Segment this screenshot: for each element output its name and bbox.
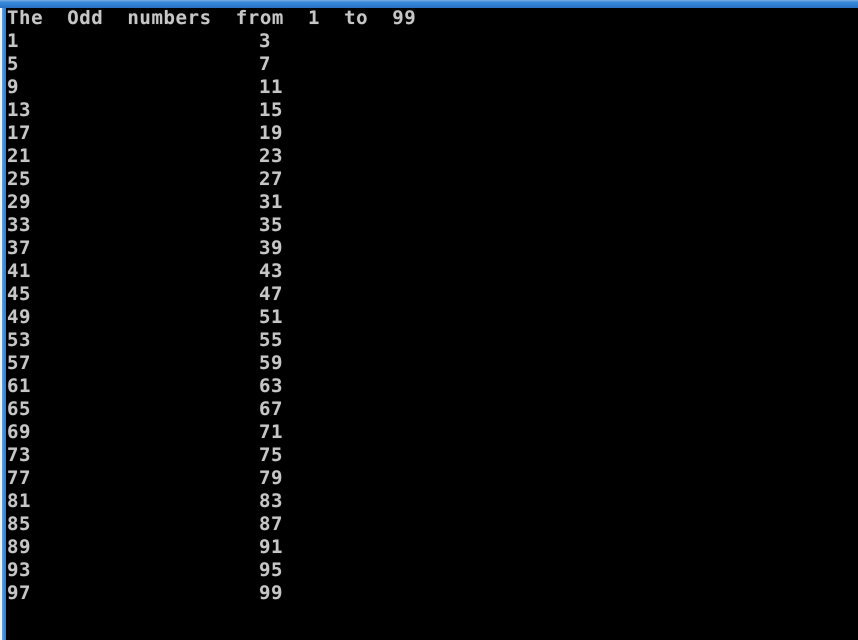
output-cell-right: 51 — [259, 306, 284, 328]
output-row: 69 71 — [6, 421, 858, 444]
output-cell-left: 5 — [7, 53, 20, 75]
output-cell-right: 95 — [259, 559, 284, 581]
output-cell-right: 91 — [259, 536, 284, 558]
output-row: 85 87 — [6, 513, 858, 536]
heading-text: The Odd numbers from 1 to 99 — [7, 8, 417, 29]
output-cell-left: 53 — [7, 329, 32, 351]
output-row: 25 27 — [6, 168, 858, 191]
output-row: 49 51 — [6, 306, 858, 329]
output-row: 17 19 — [6, 122, 858, 145]
output-cell-right: 7 — [259, 53, 272, 75]
output-cell-left: 33 — [7, 214, 32, 236]
output-cell-right: 35 — [259, 214, 284, 236]
output-cell-right: 27 — [259, 168, 284, 190]
output-cell-left: 41 — [7, 260, 32, 282]
output-cell-right: 71 — [259, 421, 284, 443]
output-row: 9 11 — [6, 76, 858, 99]
output-cell-left: 81 — [7, 490, 32, 512]
clipped-next-row — [6, 636, 858, 640]
output-cell-right: 31 — [259, 191, 284, 213]
window-title-bar[interactable] — [0, 0, 858, 8]
output-row: 53 55 — [6, 329, 858, 352]
output-rows: 1 3 5 7 9 11 13 15 17 19 21 23 25 27 29 31 33 35 37 39 41 43 4… — [6, 30, 858, 605]
output-row: 57 59 — [6, 352, 858, 375]
output-cell-right: 19 — [259, 122, 284, 144]
console-window: The Odd numbers from 1 to 99 1 3 5 7 9 11 13 15… — [0, 0, 858, 640]
output-cell-left: 61 — [7, 375, 32, 397]
output-row: 73 75 — [6, 444, 858, 467]
output-cell-left: 13 — [7, 99, 32, 121]
output-cell-left: 69 — [7, 421, 32, 443]
output-cell-right: 63 — [259, 375, 284, 397]
output-cell-right: 3 — [259, 30, 272, 52]
output-cell-left: 73 — [7, 444, 32, 466]
output-cell-right: 79 — [259, 467, 284, 489]
output-cell-right: 99 — [259, 582, 284, 604]
output-row: 97 99 — [6, 582, 858, 605]
output-row: 57 — [6, 53, 858, 76]
output-cell-left: 77 — [7, 467, 32, 489]
window-frame-left — [2, 0, 6, 640]
output-cell-left: 21 — [7, 145, 32, 167]
output-cell-right: 11 — [259, 76, 284, 98]
output-row: 21 23 — [6, 145, 858, 168]
output-cell-right: 67 — [259, 398, 284, 420]
output-cell-right: 59 — [259, 352, 284, 374]
output-row: 65 67 — [6, 398, 858, 421]
output-cell-right: 83 — [259, 490, 284, 512]
output-cell-left: 65 — [7, 398, 32, 420]
output-cell-left: 93 — [7, 559, 32, 581]
output-row: 29 31 — [6, 191, 858, 214]
output-cell-left: 89 — [7, 536, 32, 558]
console-output-area[interactable]: The Odd numbers from 1 to 99 1 3 5 7 9 11 13 15… — [6, 8, 858, 640]
output-cell-right: 87 — [259, 513, 284, 535]
clipped-row-line — [6, 636, 858, 640]
output-cell-right: 39 — [259, 237, 284, 259]
output-row: 41 43 — [6, 260, 858, 283]
output-cell-right: 43 — [259, 260, 284, 282]
output-heading: The Odd numbers from 1 to 99 — [6, 8, 858, 30]
output-row: 61 63 — [6, 375, 858, 398]
output-row: 13 15 — [6, 99, 858, 122]
output-row: 93 95 — [6, 559, 858, 582]
output-row: 13 — [6, 30, 858, 53]
output-row: 37 39 — [6, 237, 858, 260]
output-cell-left: 85 — [7, 513, 32, 535]
output-cell-left: 45 — [7, 283, 32, 305]
output-row: 89 91 — [6, 536, 858, 559]
output-cell-left: 37 — [7, 237, 32, 259]
output-cell-left: 97 — [7, 582, 32, 604]
output-cell-left: 57 — [7, 352, 32, 374]
output-cell-right: 23 — [259, 145, 284, 167]
output-row: 81 83 — [6, 490, 858, 513]
output-row: 33 35 — [6, 214, 858, 237]
output-cell-right: 55 — [259, 329, 284, 351]
output-row: 77 79 — [6, 467, 858, 490]
output-cell-left: 1 — [7, 30, 20, 52]
output-cell-left: 17 — [7, 122, 32, 144]
output-cell-left: 29 — [7, 191, 32, 213]
output-cell-left: 25 — [7, 168, 32, 190]
output-cell-right: 47 — [259, 283, 284, 305]
output-cell-left: 9 — [7, 76, 20, 98]
output-cell-left: 49 — [7, 306, 32, 328]
output-row: 45 47 — [6, 283, 858, 306]
output-cell-right: 15 — [259, 99, 284, 121]
output-cell-right: 75 — [259, 444, 284, 466]
